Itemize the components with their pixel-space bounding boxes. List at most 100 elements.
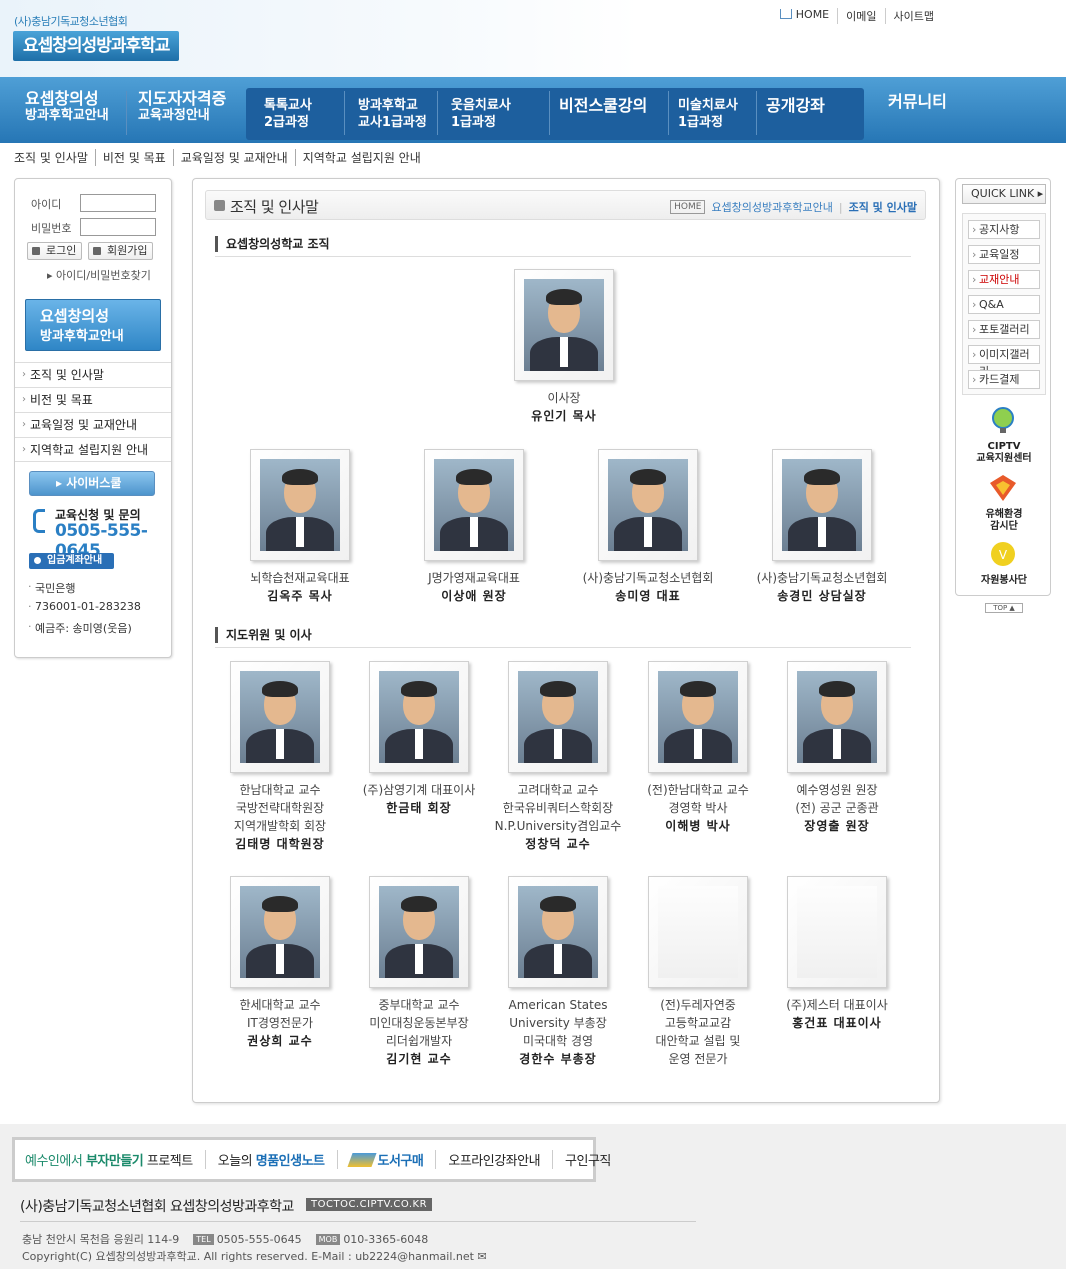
- submenu-schedule[interactable]: 교육일정 및 교재안내: [172, 149, 295, 166]
- footer-url[interactable]: TOCTOC.CIPTV.CO.KR: [306, 1198, 433, 1211]
- person-title: 리더쉽개발자: [385, 1034, 453, 1048]
- header: (사)충남기독교청소년협회 요셉창의성방과후학교 HOME 이메일 사이트맵: [0, 0, 1066, 77]
- ql-schedule[interactable]: 교육일정: [968, 245, 1040, 264]
- person-card: 예수영성원 원장 (전) 공군 군종관 장영출 원장: [762, 661, 912, 835]
- nav-sub-vision[interactable]: 비전스쿨강의: [559, 97, 647, 114]
- main-content: 조직 및 인사말 HOME 요셉창의성방과후학교안내 | 조직 및 인사말 요셉…: [192, 178, 940, 1103]
- volunteer-icon[interactable]: V: [988, 539, 1018, 569]
- breadcrumb-home[interactable]: HOME: [670, 200, 706, 214]
- photo-frame: [598, 449, 698, 561]
- watch-group-label[interactable]: 유해환경 감시단: [956, 509, 1052, 533]
- side-banner[interactable]: 요셉창의성 방과후학교안내: [25, 299, 161, 351]
- section-title-org: 요셉창의성학교 조직: [215, 236, 330, 252]
- submenu-support[interactable]: 지역학교 설립지원 안내: [294, 149, 428, 166]
- nav-sub-laughter[interactable]: 웃음치료사 1급과정: [451, 97, 511, 131]
- join-button[interactable]: 회원가입: [88, 242, 154, 260]
- ql-photo[interactable]: 포토갤러리: [968, 320, 1040, 339]
- nav-school-intro[interactable]: 요셉창의성 방과후학교안내: [25, 90, 109, 124]
- person-card: American States University 부총장 미국대학 경영 경한수 …: [483, 876, 633, 1068]
- side-menu-org[interactable]: 조직 및 인사말: [15, 362, 171, 387]
- person-name: 정창덕 교수: [525, 837, 591, 851]
- side-menu-support[interactable]: 지역학교 설립지원 안내: [15, 437, 171, 462]
- person-title: 한국유비쿼터스학회장: [502, 801, 614, 815]
- person-card: 뇌학습천재교육대표 김옥주 목사: [225, 449, 375, 605]
- person-card: 한세대학교 교수 IT경영전문가 권상희 교수: [205, 876, 355, 1050]
- person-card: (주)제스터 대표이사 홍건표 대표이사: [762, 876, 912, 1032]
- person-title: 미인대칭운동본부장: [369, 1016, 469, 1030]
- submenu-vision[interactable]: 비전 및 목표: [94, 149, 173, 166]
- person-name: 이해병 박사: [665, 819, 731, 833]
- person-photo: [608, 459, 688, 551]
- ql-qna[interactable]: Q&A: [968, 295, 1040, 314]
- submenu-links: 조직 및 인사말 비전 및 목표 교육일정 및 교재안내 지역학교 설립지원 안…: [14, 149, 428, 166]
- person-title: (전)두레자연중: [660, 998, 736, 1012]
- footer: 예수인에서 부자만들기 프로젝트 오늘의 명품인생노트 도서구매 오프라인강좌안…: [0, 1124, 1066, 1269]
- login-button[interactable]: 로그인: [27, 242, 83, 260]
- quick-link-panel: QUICK LINK ▸ 공지사항 교육일정 교재안내 Q&A 포토갤러리 이미…: [955, 178, 1052, 613]
- person-photo: [797, 886, 877, 978]
- ql-image[interactable]: 이미지갤러리: [968, 345, 1040, 378]
- breadcrumb-mid[interactable]: 요셉창의성방과후학교안내: [711, 199, 832, 215]
- nav-community[interactable]: 커뮤니티: [888, 93, 947, 110]
- person-title: 예수영성원 원장: [796, 783, 878, 797]
- photo-frame: [369, 876, 469, 988]
- person-name: 유인기 목사: [531, 409, 597, 423]
- id-input[interactable]: [80, 194, 156, 212]
- site-logo[interactable]: 요셉창의성방과후학교: [13, 31, 180, 61]
- person-card: 고려대학교 교수 한국유비쿼터스학회장 N.P.University겸임교수 정창덕 …: [483, 661, 633, 853]
- page-title: 조직 및 인사말: [230, 198, 319, 216]
- nav-sub-open[interactable]: 공개강좌: [766, 97, 825, 114]
- footer-link-note[interactable]: 오늘의 명품인생노트: [204, 1150, 337, 1169]
- person-title: 고등학교교감: [664, 1016, 732, 1030]
- person-title: (주)삼영기계 대표이사: [362, 783, 476, 797]
- email-link[interactable]: 이메일: [837, 8, 884, 24]
- person-card: (주)삼영기계 대표이사 한금태 회장: [344, 661, 494, 817]
- side-menu-schedule[interactable]: 교육일정 및 교재안내: [15, 412, 171, 437]
- person-card: (전)두레자연중 고등학교교감 대안학교 설립 및 운영 전문가: [623, 876, 773, 1068]
- footer-org: (사)충남기독교청소년협회 요셉창의성방과후학교: [20, 1199, 294, 1215]
- volunteer-label[interactable]: 자원봉사단: [956, 575, 1052, 587]
- ql-notice[interactable]: 공지사항: [968, 220, 1040, 239]
- nav-sub-afterschool[interactable]: 방과후학교 교사1급과정: [358, 97, 427, 131]
- cyber-school-button[interactable]: ▸ 사이버스쿨: [29, 471, 155, 496]
- main-nav: 요셉창의성 방과후학교안내 지도자자격증 교육과정안내 톡톡교사 2급과정 방과후학교…: [0, 77, 1066, 143]
- pw-label: 비밀번호: [31, 222, 72, 235]
- person-title: 지역개발학회 회장: [233, 819, 327, 833]
- footer-link-books[interactable]: 도서구매: [336, 1150, 436, 1169]
- photo-frame: [648, 876, 748, 988]
- ciptv-label[interactable]: CIPTV 교육지원센터: [956, 441, 1052, 465]
- password-input[interactable]: [80, 218, 156, 236]
- mail-icon[interactable]: ✉: [477, 1250, 486, 1263]
- top-button[interactable]: TOP ▲: [985, 603, 1023, 613]
- shield-icon[interactable]: [988, 473, 1018, 503]
- person-photo: [782, 459, 862, 551]
- person-photo: [518, 886, 598, 978]
- phone-icon: [33, 509, 45, 533]
- person-photo: [379, 886, 459, 978]
- photo-frame: [648, 661, 748, 773]
- ciptv-globe-icon[interactable]: [988, 405, 1018, 435]
- left-sidebar: 아이디 비밀번호 로그인 회원가입 ▸ 아이디/비밀번호찾기 요셉창의성 방과후학…: [14, 178, 172, 658]
- footer-link-project[interactable]: 예수인에서 부자만들기 프로젝트: [25, 1150, 205, 1169]
- person-photo: [379, 671, 459, 763]
- person-title: (사)충남기독교청소년협회: [756, 571, 888, 585]
- home-link[interactable]: HOME: [772, 8, 837, 24]
- find-account-link[interactable]: ▸ 아이디/비밀번호찾기: [47, 267, 151, 283]
- person-name: 김기현 교수: [386, 1052, 452, 1066]
- footer-link-jobs[interactable]: 구인구직: [552, 1150, 623, 1169]
- person-title: J명가영재교육대표: [428, 571, 520, 585]
- nav-sub-art[interactable]: 미술치료사 1급과정: [678, 97, 738, 131]
- nav-sub-toktok[interactable]: 톡톡교사 2급과정: [264, 97, 312, 131]
- person-title: IT경영전문가: [246, 1016, 314, 1030]
- section-title-board: 지도위원 및 이사: [215, 627, 312, 643]
- submenu-org[interactable]: 조직 및 인사말: [14, 149, 95, 166]
- bank-account: 736001-01-283238: [28, 600, 141, 613]
- ql-card[interactable]: 카드결제: [968, 370, 1040, 389]
- footer-link-offline[interactable]: 오프라인강좌안내: [435, 1150, 552, 1169]
- nav-certificate[interactable]: 지도자자격증 교육과정안내: [138, 90, 226, 124]
- org-name-small: (사)충남기독교청소년협회: [14, 15, 128, 28]
- side-menu-vision[interactable]: 비전 및 목표: [15, 387, 171, 412]
- ql-textbook[interactable]: 교재안내: [968, 270, 1040, 289]
- person-card: 이사장 유인기 목사: [489, 269, 639, 425]
- sitemap-link[interactable]: 사이트맵: [884, 8, 942, 24]
